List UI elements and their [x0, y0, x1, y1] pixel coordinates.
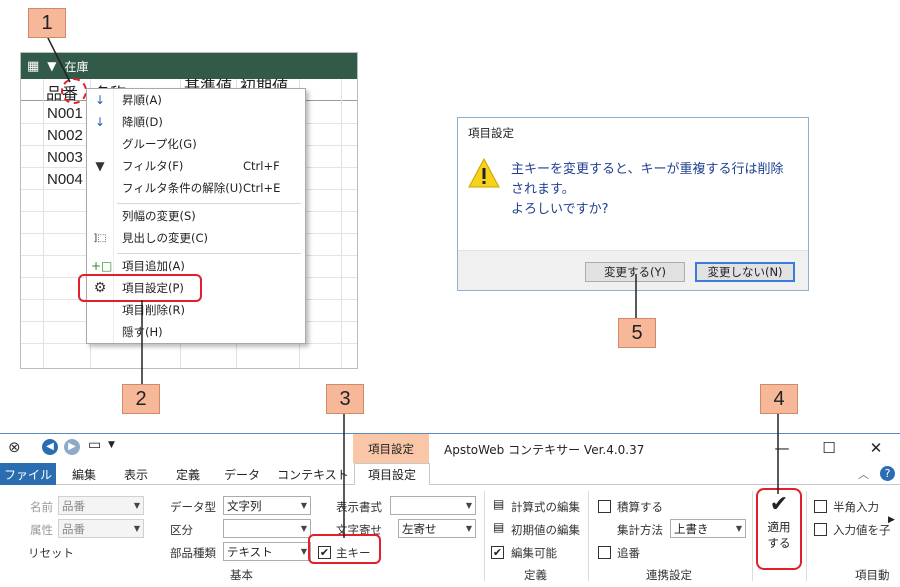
step-badge-3: 3: [326, 384, 364, 414]
step-badge-4: 4: [760, 384, 798, 414]
annotation-leaders: [45, 33, 779, 538]
step-badge-5: 5: [618, 318, 656, 348]
step-badge-1: 1: [28, 8, 66, 38]
step-badge-2: 2: [122, 384, 160, 414]
